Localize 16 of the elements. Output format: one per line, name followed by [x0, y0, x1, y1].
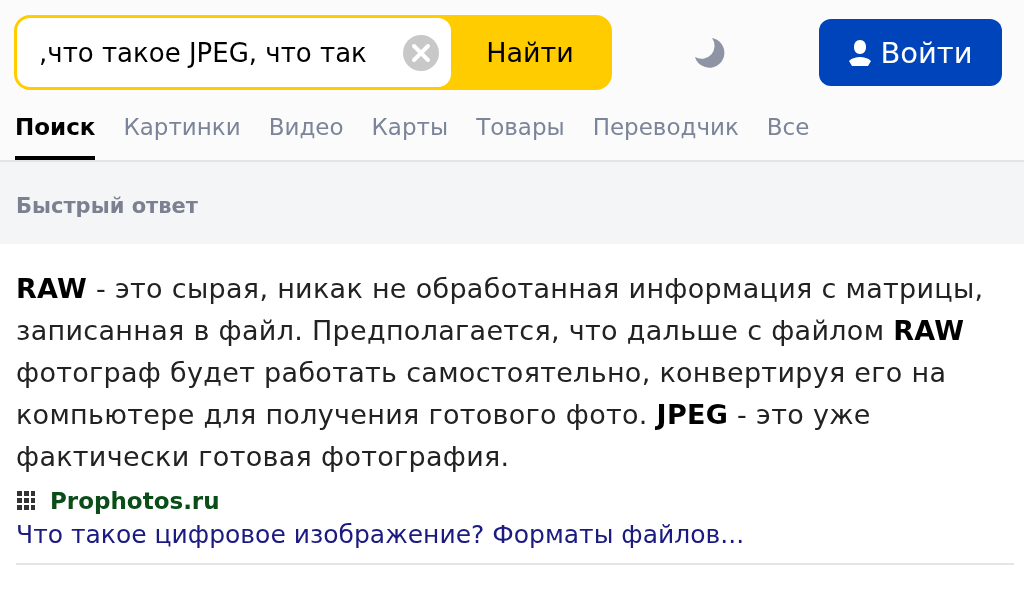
nav-tab[interactable]: Карты [371, 110, 449, 160]
answer-paragraph: RAW - это сырая, никак не обработанная информация с матрицы, записанная в файл. Предполагается, что дальше с файлом RAW фотограф будет работать самостоятельно, конвертируя его на компьютере для получения готового фото. JPEG - это уже фактически готовая фотография. [16, 272, 985, 474]
source-link[interactable]: Prophotos.ru [50, 488, 220, 514]
section-heading: Быстрый ответ [16, 194, 198, 218]
login-button[interactable]: Войти [819, 19, 1002, 86]
nav-tab[interactable]: Картинки [123, 110, 241, 160]
search-input[interactable]: ,что такое JPEG, что так [39, 37, 403, 68]
nav-tab[interactable]: Все [766, 110, 810, 160]
result-link[interactable]: Что такое цифровое изображение? Форматы файлов... [16, 520, 1014, 549]
search-field[interactable]: ,что такое JPEG, что так [17, 18, 451, 87]
nav-tab[interactable]: Переводчик [592, 110, 739, 160]
nav-tab[interactable]: Товары [476, 110, 565, 160]
nav-tab[interactable]: Видео [268, 110, 344, 160]
clear-icon[interactable] [403, 34, 439, 71]
site-logo-icon [16, 489, 36, 513]
user-icon [848, 38, 873, 67]
